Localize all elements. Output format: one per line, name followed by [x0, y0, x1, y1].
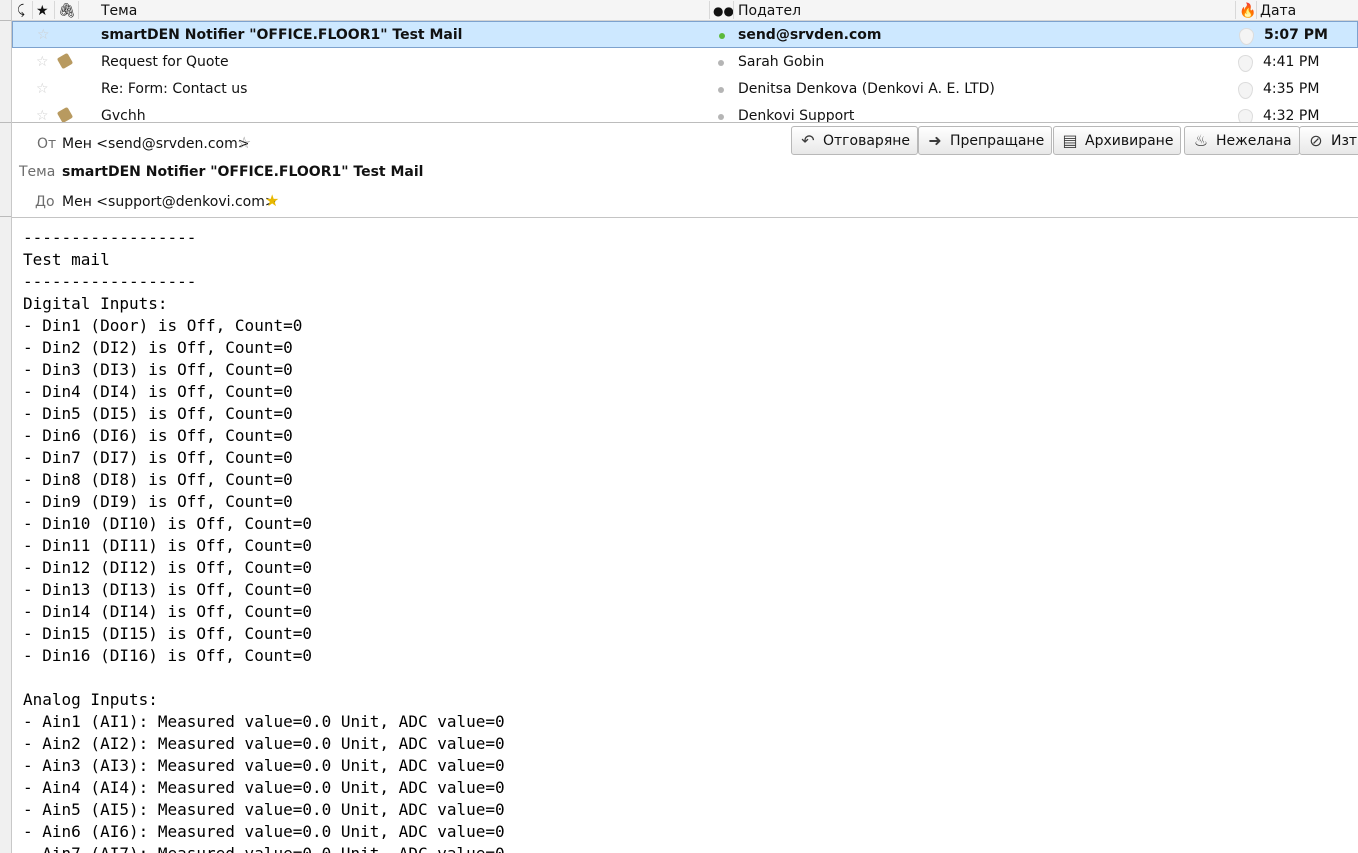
read-dot-icon[interactable]	[718, 60, 724, 66]
junk-button[interactable]: ♨ Нежелана	[1184, 126, 1300, 155]
star-column-icon[interactable]: ★	[36, 0, 49, 20]
subject-value: smartDEN Notifier "OFFICE.FLOOR1" Test M…	[62, 164, 424, 180]
read-dot-icon[interactable]	[718, 87, 724, 93]
forward-icon: ➜	[928, 131, 942, 150]
attachment-icon[interactable]: 🖇	[58, 0, 76, 20]
row-date: 4:41 PM	[1263, 54, 1320, 70]
row-sender: send@srvden.com	[738, 27, 882, 43]
row-subject: Re: Form: Contact us	[101, 81, 248, 97]
junk-icon: ♨	[1193, 131, 1209, 150]
delete-label: Изтр	[1331, 133, 1358, 149]
message-body-text: ------------------ Test mail -----------…	[23, 228, 505, 853]
star-icon[interactable]: ☆	[237, 133, 251, 152]
column-date[interactable]: Дата	[1260, 0, 1296, 20]
delete-button[interactable]: ⊘ Изтр	[1299, 126, 1358, 155]
archive-button[interactable]: ▤ Архивиране	[1053, 126, 1182, 155]
thread-row[interactable]: ☆ Request for Quote Sarah Gobin 4:41 PM	[12, 49, 1358, 76]
column-sender[interactable]: Подател	[738, 0, 801, 20]
thread-row[interactable]: ☆ Re: Form: Contact us Denitsa Denkova (…	[12, 76, 1358, 103]
reply-icon: ↶	[801, 131, 815, 150]
thread-list[interactable]: ⤹ ★ 🖇 Тема ●● Подател 🔥 Дата ☆ smartDEN …	[12, 0, 1358, 122]
star-icon[interactable]: ☆	[36, 76, 49, 103]
unread-dot-icon[interactable]	[719, 33, 725, 39]
row-date: 5:07 PM	[1264, 27, 1328, 43]
star-icon[interactable]: ☆	[36, 103, 49, 122]
row-subject: Gvchh	[101, 108, 146, 122]
from-label: От	[37, 136, 57, 152]
thread-list-header: ⤹ ★ 🖇 Тема ●● Подател 🔥 Дата	[12, 0, 1358, 21]
row-subject: smartDEN Notifier "OFFICE.FLOOR1" Test M…	[101, 27, 463, 43]
to-label: До	[35, 194, 55, 210]
archive-label: Архивиране	[1085, 133, 1174, 149]
junk-status-icon[interactable]	[1238, 82, 1253, 99]
forward-label: Препращане	[950, 133, 1045, 149]
attachment-icon	[56, 52, 74, 70]
attachment-icon	[56, 106, 74, 122]
row-date: 4:32 PM	[1263, 108, 1320, 122]
star-icon[interactable]: ☆	[36, 49, 49, 76]
junk-status-icon[interactable]	[1238, 55, 1253, 72]
forward-button[interactable]: ➜ Препращане	[918, 126, 1053, 155]
archive-icon: ▤	[1062, 131, 1078, 150]
star-filled-icon[interactable]: ★	[265, 191, 279, 210]
reply-button[interactable]: ↶ Отговаряне	[791, 126, 919, 155]
reply-label: Отговаряне	[823, 133, 911, 149]
subject-label: Тема	[19, 164, 56, 180]
delete-icon: ⊘	[1309, 131, 1323, 150]
message-body: ------------------ Test mail -----------…	[12, 218, 1358, 853]
row-subject: Request for Quote	[101, 54, 229, 70]
column-subject[interactable]: Тема	[101, 0, 137, 20]
row-date: 4:35 PM	[1263, 81, 1320, 97]
row-sender: Denkovi Support	[738, 108, 855, 122]
from-value[interactable]: Мен <send@srvden.com>	[62, 136, 249, 152]
thread-icon[interactable]: ⤹	[17, 0, 25, 20]
thread-row[interactable]: ☆ smartDEN Notifier "OFFICE.FLOOR1" Test…	[12, 21, 1358, 48]
row-sender: Sarah Gobin	[738, 54, 825, 70]
read-status-icon[interactable]: ●●	[713, 0, 734, 20]
message-header: От Мен <send@srvden.com> ☆ ↶ Отговаряне …	[12, 122, 1358, 218]
junk-status-icon[interactable]: 🔥	[1239, 0, 1256, 20]
to-value[interactable]: Мен <support@denkovi.com>	[62, 194, 277, 210]
junk-status-icon[interactable]	[1238, 109, 1253, 122]
thread-row[interactable]: ☆ Gvchh Denkovi Support 4:32 PM	[12, 103, 1358, 122]
star-icon[interactable]: ☆	[37, 22, 50, 49]
row-sender: Denitsa Denkova (Denkovi A. E. LTD)	[738, 81, 995, 97]
read-dot-icon[interactable]	[718, 114, 724, 120]
left-edge-pane	[0, 0, 12, 853]
junk-label: Нежелана	[1216, 133, 1292, 149]
junk-status-icon[interactable]	[1239, 28, 1254, 45]
